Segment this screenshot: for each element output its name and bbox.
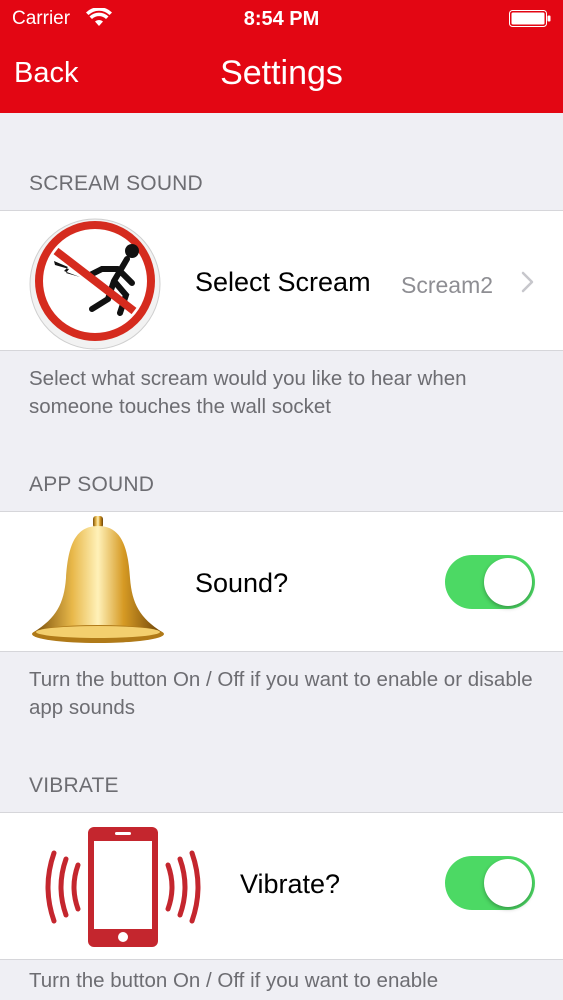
status-time: 8:54 PM xyxy=(243,8,320,30)
section-header-app-sound: APP SOUND xyxy=(29,473,155,496)
vibrating-phone-icon xyxy=(45,827,201,947)
navigation-bar: Carrier 8:54 PM Back Settings xyxy=(0,0,563,113)
vibrate-cell: Vibrate? xyxy=(0,812,563,960)
page-title: Settings xyxy=(220,54,343,92)
sound-label: Sound? xyxy=(195,568,289,598)
scream-value: Scream2 xyxy=(401,272,494,298)
sound-toggle-knob xyxy=(484,558,532,606)
section-header-vibrate: VIBRATE xyxy=(29,774,119,797)
battery-icon xyxy=(509,10,551,27)
scream-sound-footer: Select what scream would you like to hea… xyxy=(29,367,467,418)
app-sound-footer: Turn the button On / Off if you want to … xyxy=(29,668,533,719)
section-header-scream-sound: SCREAM SOUND xyxy=(29,172,203,195)
chevron-right-icon xyxy=(521,271,534,293)
vibrate-toggle-knob xyxy=(484,859,532,907)
sound-toggle[interactable] xyxy=(445,555,535,609)
bell-icon xyxy=(32,516,164,643)
vibrate-footer: Turn the button On / Off if you want to … xyxy=(29,969,439,992)
vibrate-label: Vibrate? xyxy=(240,869,341,899)
no-electric-shock-icon xyxy=(29,218,161,350)
select-scream-label: Select Scream xyxy=(195,267,371,297)
select-scream-cell[interactable]: Select Scream Scream2 xyxy=(0,210,563,351)
vibrate-toggle[interactable] xyxy=(445,856,535,910)
status-bar: Carrier 8:54 PM xyxy=(0,0,563,38)
sound-cell: Sound? xyxy=(0,511,563,652)
